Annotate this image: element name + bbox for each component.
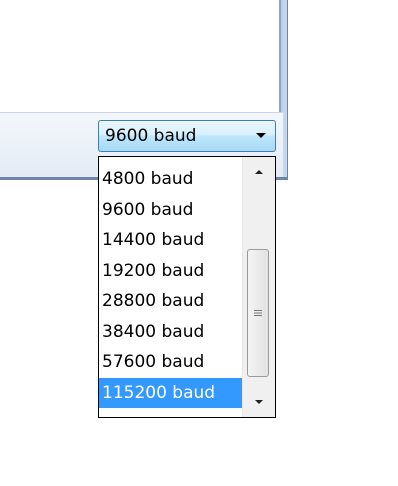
- dropdown-options: 4800 baud 9600 baud 14400 baud 19200 bau…: [99, 157, 242, 417]
- screenshot-stage: 9600 baud 4800 baud 9600 baud 14400 baud…: [0, 0, 398, 486]
- combobox-selected-value: 9600 baud: [105, 126, 197, 146]
- list-item[interactable]: 4800 baud: [99, 164, 242, 195]
- chevron-down-icon[interactable]: [247, 121, 275, 151]
- vertical-scrollbar[interactable]: [242, 157, 275, 417]
- baud-rate-dropdown-list[interactable]: 4800 baud 9600 baud 14400 baud 19200 bau…: [98, 156, 276, 418]
- list-item[interactable]: 57600 baud: [99, 347, 242, 378]
- baud-rate-combobox[interactable]: 9600 baud: [98, 120, 276, 152]
- scrollbar-thumb[interactable]: [247, 249, 269, 377]
- scroll-grip-icon: [254, 310, 262, 316]
- list-item[interactable]: 28800 baud: [99, 286, 242, 317]
- list-item[interactable]: 14400 baud: [99, 225, 242, 256]
- window-frame-edge: [283, 0, 288, 180]
- scroll-down-arrow-icon[interactable]: [244, 387, 274, 417]
- scroll-up-arrow-icon[interactable]: [244, 157, 274, 187]
- panel-divider: [279, 0, 281, 112]
- list-item-highlighted[interactable]: 115200 baud: [99, 377, 242, 408]
- list-item[interactable]: 38400 baud: [99, 317, 242, 348]
- list-item[interactable]: 19200 baud: [99, 256, 242, 287]
- list-item[interactable]: 9600 baud: [99, 195, 242, 226]
